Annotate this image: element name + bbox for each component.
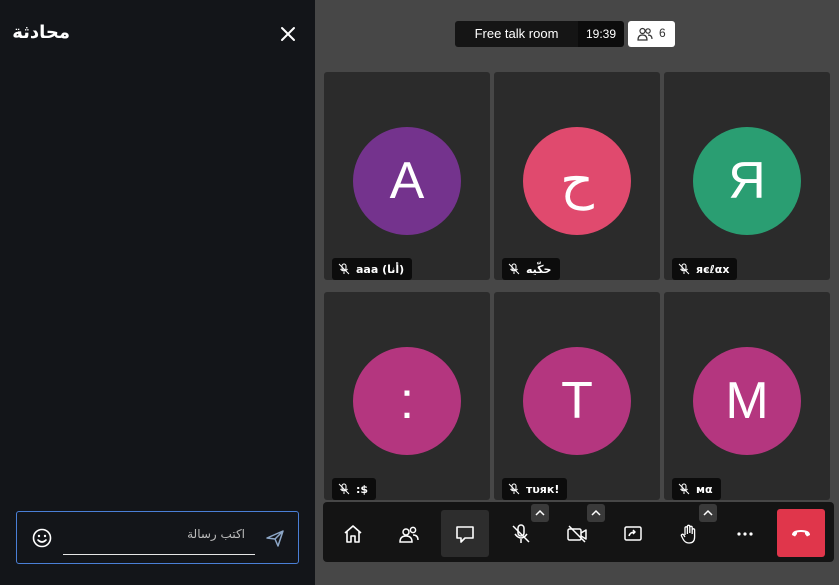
more-icon	[737, 531, 753, 536]
avatar: R	[693, 127, 801, 235]
meeting-toolbar	[323, 502, 834, 562]
send-icon[interactable]	[265, 528, 285, 548]
participant-name: حكّيه	[526, 262, 552, 276]
participant-tile[interactable]: T тυяк!	[494, 292, 660, 500]
participant-name: :$	[356, 482, 369, 496]
microphone-muted-icon	[508, 263, 520, 275]
room-name: Free talk room	[455, 21, 578, 47]
participants-button[interactable]	[385, 510, 433, 557]
participant-tile[interactable]: A aaa (أنا)	[324, 72, 490, 280]
avatar: ح	[523, 127, 631, 235]
chevron-up-icon	[591, 509, 601, 516]
camera-off-icon	[567, 524, 587, 543]
participant-name-tag: aaa (أنا)	[332, 258, 413, 280]
participant-name: яєℓαx	[696, 262, 730, 276]
chat-toggle-button[interactable]	[441, 510, 489, 557]
avatar: T	[523, 347, 631, 455]
participant-name-tag: حكّيه	[502, 258, 560, 280]
microphone-muted-icon	[678, 483, 690, 495]
participant-count: 6	[659, 26, 666, 40]
participant-tile[interactable]: : :$	[324, 292, 490, 500]
screen-share-button[interactable]	[609, 510, 657, 557]
home-button[interactable]	[329, 510, 377, 557]
participant-tile[interactable]: ح حكّيه	[494, 72, 660, 280]
chat-panel: محادثة	[0, 0, 315, 585]
participants-icon	[399, 526, 419, 543]
raise-hand-icon	[680, 524, 696, 544]
close-icon[interactable]	[278, 24, 298, 44]
room-timer: 19:39	[578, 21, 624, 47]
chevron-up-icon	[535, 509, 545, 516]
reactions-options-caret[interactable]	[699, 504, 717, 522]
avatar: A	[353, 127, 461, 235]
microphone-muted-icon	[508, 483, 520, 495]
microphone-muted-icon	[512, 523, 530, 543]
microphone-muted-icon	[678, 263, 690, 275]
screen-share-icon	[624, 525, 642, 541]
participants-count-button[interactable]: 6	[628, 21, 675, 47]
more-options-button[interactable]	[721, 510, 769, 557]
chat-message-input[interactable]	[63, 522, 255, 555]
participant-name-tag: тυяк!	[502, 478, 568, 500]
participant-name-tag: мα	[672, 478, 721, 500]
avatar: M	[693, 347, 801, 455]
participant-tile[interactable]: M мα	[664, 292, 830, 500]
participant-name-tag: :$	[332, 478, 377, 500]
meeting-window: محادثة Free talk room 19:39 6 A aaa (أنا…	[0, 0, 839, 585]
chevron-up-icon	[703, 509, 713, 516]
hangup-icon	[792, 530, 810, 537]
camera-options-caret[interactable]	[587, 504, 605, 522]
emoji-icon[interactable]	[32, 528, 52, 548]
hangup-button[interactable]	[777, 509, 825, 557]
chat-title: محادثة	[12, 22, 70, 43]
home-icon	[344, 524, 362, 543]
people-icon	[637, 27, 653, 41]
avatar: :	[353, 347, 461, 455]
participant-name-tag: яєℓαx	[672, 258, 738, 280]
microphone-muted-icon	[338, 263, 350, 275]
participant-tile[interactable]: R яєℓαx	[664, 72, 830, 280]
microphone-options-caret[interactable]	[531, 504, 549, 522]
chat-composer	[16, 511, 299, 564]
chat-icon	[456, 525, 474, 543]
participant-name: мα	[696, 482, 713, 496]
participant-name: тυяк!	[526, 482, 560, 496]
microphone-muted-icon	[338, 483, 350, 495]
participant-name: aaa (أنا)	[356, 262, 405, 276]
